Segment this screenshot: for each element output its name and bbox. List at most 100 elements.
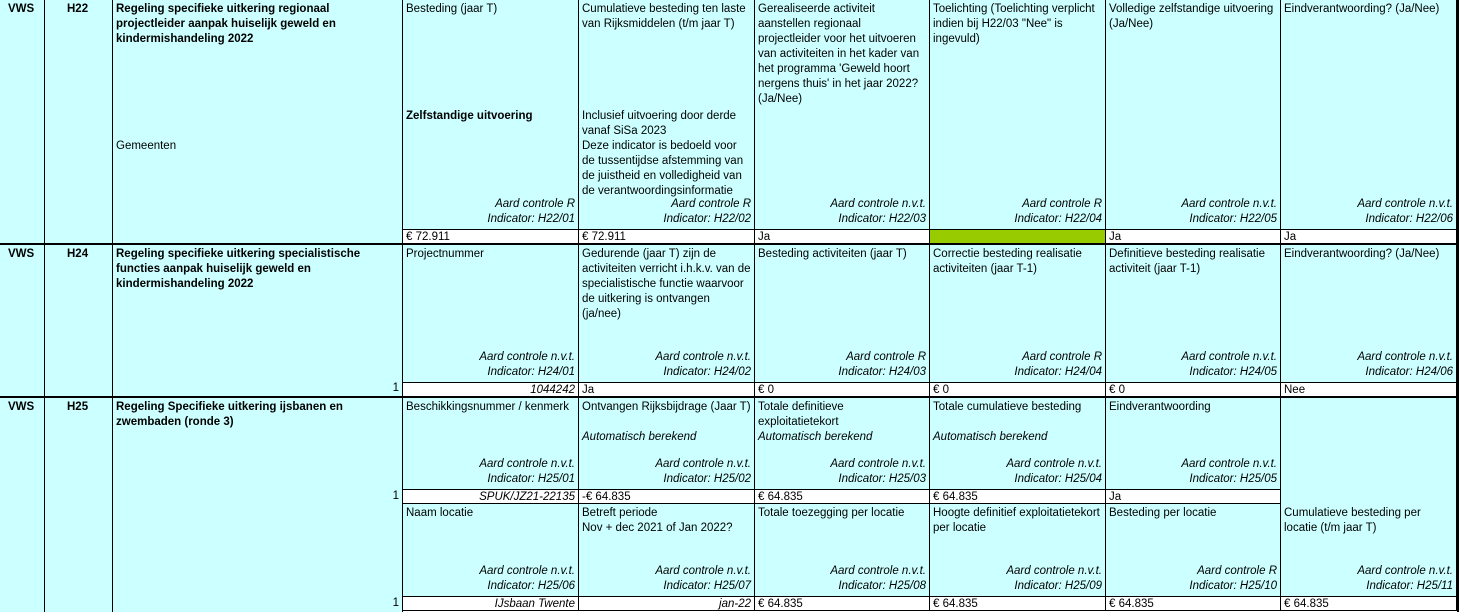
- indicator-label: Definitieve besteding realisatie activit…: [1109, 248, 1269, 275]
- value-text: € 64.835: [758, 491, 803, 503]
- value-field-h25-02[interactable]: -€ 64.835: [579, 489, 755, 504]
- value-text: € 0: [758, 384, 774, 396]
- ministry-label: VWS: [8, 3, 35, 15]
- value-text: -€ 64.835: [582, 491, 631, 503]
- indicator-label: Cumulatieve besteding per locatie (t/m j…: [1284, 507, 1425, 534]
- indicator-cell-h25-05: Eindverantwoording Aard controle n.v.t. I…: [1106, 398, 1281, 489]
- indicator-cell-h24-04: Correctie besteding realisatie activitei…: [930, 245, 1106, 382]
- indicator-code: Indicator: H22/05: [1189, 213, 1277, 225]
- value-field-h22-02[interactable]: € 72.911: [579, 229, 755, 244]
- value-field-h22-05[interactable]: Ja: [1106, 229, 1281, 244]
- indicator-code: Indicator: H25/06: [487, 580, 575, 592]
- indicator-code: Indicator: H22/02: [663, 213, 751, 225]
- indicator-label: Toelichting (Toelichting verplicht indie…: [933, 3, 1098, 45]
- row-number: 1: [392, 597, 399, 609]
- indicator-cell-h25-02: Ontvangen Rijksbijdrage (Jaar T) Automat…: [579, 398, 755, 489]
- indicator-label: Totale definitieve exploitatietekort: [758, 401, 847, 428]
- indicator-code: Indicator: H22/03: [838, 213, 926, 225]
- control-type: Aard controle n.v.t.: [1181, 198, 1277, 210]
- indicator-note: Inclusief uitvoering door derde vanaf Si…: [582, 110, 744, 197]
- control-type: Aard controle R: [1022, 198, 1102, 210]
- control-type: Aard controle n.v.t.: [655, 565, 751, 577]
- value-text: € 64.835: [1109, 598, 1154, 610]
- value-field-h25-08[interactable]: € 64.835: [755, 596, 930, 611]
- indicator-cell-h22-04: Toelichting (Toelichting verplicht indie…: [930, 0, 1106, 229]
- indicator-code: Indicator: H25/04: [1014, 473, 1102, 485]
- indicator-code: Indicator: H25/10: [1189, 580, 1277, 592]
- indicator-cell-h22-01: Besteding (jaar T) Zelfstandige uitvoeri…: [403, 0, 579, 229]
- value-text: € 64.835: [933, 598, 978, 610]
- regulation-title: Regeling specifieke uitkering specialist…: [116, 248, 364, 290]
- indicator-cell-h25-09: Hoogte definitief exploitatietekort per …: [930, 504, 1106, 596]
- indicator-label: Besteding (jaar T): [406, 3, 498, 15]
- value-field-h25-05[interactable]: Ja: [1106, 489, 1281, 504]
- indicator-label: Totale toezegging per locatie: [758, 507, 905, 519]
- value-field-h24-05[interactable]: € 0: [1106, 382, 1281, 397]
- indicator-code: Indicator: H25/11: [1366, 580, 1453, 592]
- control-type: Aard controle n.v.t.: [655, 351, 751, 363]
- value-text: Ja: [1284, 231, 1297, 243]
- value-field-h22-04[interactable]: [930, 229, 1106, 244]
- indicator-code: Indicator: H25/05: [1189, 473, 1277, 485]
- value-field-h25-09[interactable]: € 64.835: [930, 596, 1106, 611]
- indicator-label: Betreft periode Nov + dec 2021 of Jan 20…: [582, 507, 733, 534]
- value-field-h22-03[interactable]: Ja: [755, 229, 930, 244]
- value-text: € 64.835: [933, 491, 978, 503]
- title-cell-h25: Regeling Specifieke uitkering ijsbanen e…: [113, 398, 403, 612]
- indicator-code: Indicator: H22/01: [487, 213, 575, 225]
- value-field-h24-02[interactable]: Ja: [579, 382, 755, 397]
- indicator-cell-h25-11: Cumulatieve besteding per locatie (t/m j…: [1281, 504, 1457, 596]
- control-type: Aard controle n.v.t.: [655, 458, 751, 470]
- indicator-code: Indicator: H24/02: [663, 366, 751, 378]
- row-number: 1: [392, 490, 399, 502]
- value-field-h25-04[interactable]: € 64.835: [930, 489, 1106, 504]
- value-field-h24-01[interactable]: 1044242: [403, 382, 579, 397]
- value-field-h25-10[interactable]: € 64.835: [1106, 596, 1281, 611]
- value-field-h25-01[interactable]: SPUK/JZ21-22135: [403, 489, 579, 504]
- value-field-h25-07[interactable]: jan-22: [579, 596, 755, 611]
- control-type: Aard controle n.v.t.: [830, 198, 926, 210]
- indicator-code: Indicator: H24/03: [838, 366, 926, 378]
- code-cell-h22: H22: [45, 0, 113, 244]
- ministry-label: VWS: [8, 248, 35, 260]
- regulation-title: Regeling Specifieke uitkering ijsbanen e…: [116, 401, 347, 428]
- control-type: Aard controle R: [1022, 351, 1102, 363]
- indicator-cell-h22-06: Eindverantwoording? (Ja/Nee) Aard contro…: [1281, 0, 1457, 229]
- indicator-cell-h24-05: Definitieve besteding realisatie activit…: [1106, 245, 1281, 382]
- value-text: Nee: [1284, 384, 1306, 396]
- indicator-label: Besteding per locatie: [1109, 507, 1217, 519]
- indicator-label: Gedurende (jaar T) zijn de activiteiten …: [582, 248, 754, 320]
- value-text: IJsbaan Twente: [494, 598, 575, 610]
- control-type: Aard controle R: [495, 198, 575, 210]
- value-field-h25-11[interactable]: € 64.835: [1281, 596, 1457, 611]
- indicator-cell-h22-02: Cumulatieve besteding ten laste van Rijk…: [579, 0, 755, 229]
- indicator-note: Zelfstandige uitvoering: [406, 110, 533, 122]
- value-text: jan-22: [719, 598, 751, 610]
- indicator-code: Indicator: H24/05: [1189, 366, 1277, 378]
- value-text: Ja: [582, 384, 595, 396]
- value-field-h22-06[interactable]: Ja: [1281, 229, 1457, 244]
- indicator-cell-h24-03: Besteding activiteiten (jaar T) Aard con…: [755, 245, 930, 382]
- value-field-h25-03[interactable]: € 64.835: [755, 489, 930, 504]
- value-text: € 64.835: [1284, 598, 1329, 610]
- value-field-h24-04[interactable]: € 0: [930, 382, 1106, 397]
- indicator-label: Eindverantwoording? (Ja/Nee): [1284, 248, 1440, 260]
- indicator-code: Indicator: H25/07: [663, 580, 751, 592]
- indicator-code: Indicator: H22/04: [1014, 213, 1102, 225]
- code-cell-h24: H24: [45, 245, 113, 397]
- indicator-cell-h25-10: Besteding per locatie Aard controle R Ind…: [1106, 504, 1281, 596]
- value-field-h25-06[interactable]: IJsbaan Twente: [403, 596, 579, 611]
- indicator-code: Indicator: H22/06: [1365, 213, 1453, 225]
- value-field-h24-03[interactable]: € 0: [755, 382, 930, 397]
- indicator-cell-h24-02: Gedurende (jaar T) zijn de activiteiten …: [579, 245, 755, 382]
- control-type: Aard controle n.v.t.: [1357, 565, 1453, 577]
- indicator-label: Volledige zelfstandige uitvoering (Ja/Ne…: [1109, 3, 1277, 30]
- control-type: Aard controle n.v.t.: [1357, 351, 1453, 363]
- indicator-label: Cumulatieve besteding ten laste van Rijk…: [582, 3, 749, 30]
- indicator-code: Indicator: H25/02: [663, 473, 751, 485]
- value-field-h22-01[interactable]: € 72.911: [403, 229, 579, 244]
- indicator-label: Besteding activiteiten (jaar T): [758, 248, 907, 260]
- value-field-h24-06[interactable]: Nee: [1281, 382, 1457, 397]
- indicator-code: Indicator: H25/09: [1014, 580, 1102, 592]
- title-cell-h24: Regeling specifieke uitkering specialist…: [113, 245, 403, 397]
